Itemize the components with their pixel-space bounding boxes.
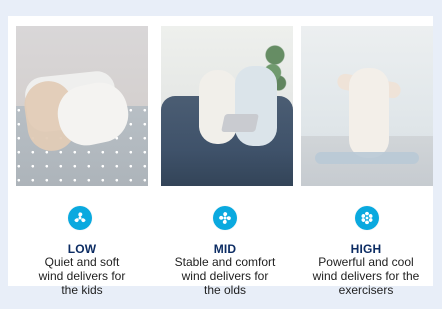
mode-high-image (301, 26, 433, 186)
low-mode-description: Quiet and soft wind delivers for the kid… (38, 255, 126, 297)
woman-decoration (349, 68, 389, 158)
mid-mode-title: MID (213, 242, 237, 256)
mid-mode-fan-badge (213, 206, 237, 230)
high-mode-fan-badge (355, 206, 379, 230)
page-frame: LOW MID HIGH Quiet and soft wind deliver… (0, 0, 442, 309)
yoga-mat-decoration (315, 152, 419, 164)
laptop-decoration (221, 114, 259, 132)
fan-icon (361, 211, 373, 225)
low-mode-fan-badge (68, 206, 92, 230)
fan-modes-card: LOW MID HIGH Quiet and soft wind deliver… (8, 16, 433, 297)
sleeping-child-photo (16, 26, 148, 186)
low-mode-title: LOW (67, 242, 97, 256)
mode-low-image (16, 26, 148, 186)
exerciser-photo (301, 26, 433, 186)
mode-mid-image (161, 26, 293, 186)
mid-mode-description: Stable and comfort wind delivers for the… (174, 255, 276, 297)
fan-icon (74, 212, 86, 223)
person-a-decoration (199, 70, 237, 144)
high-mode-description: Powerful and cool wind delivers for the … (312, 255, 420, 297)
fan-icon (219, 212, 231, 224)
person-b-decoration (235, 66, 277, 146)
high-mode-title: HIGH (350, 242, 382, 256)
elderly-couple-photo (161, 26, 293, 186)
